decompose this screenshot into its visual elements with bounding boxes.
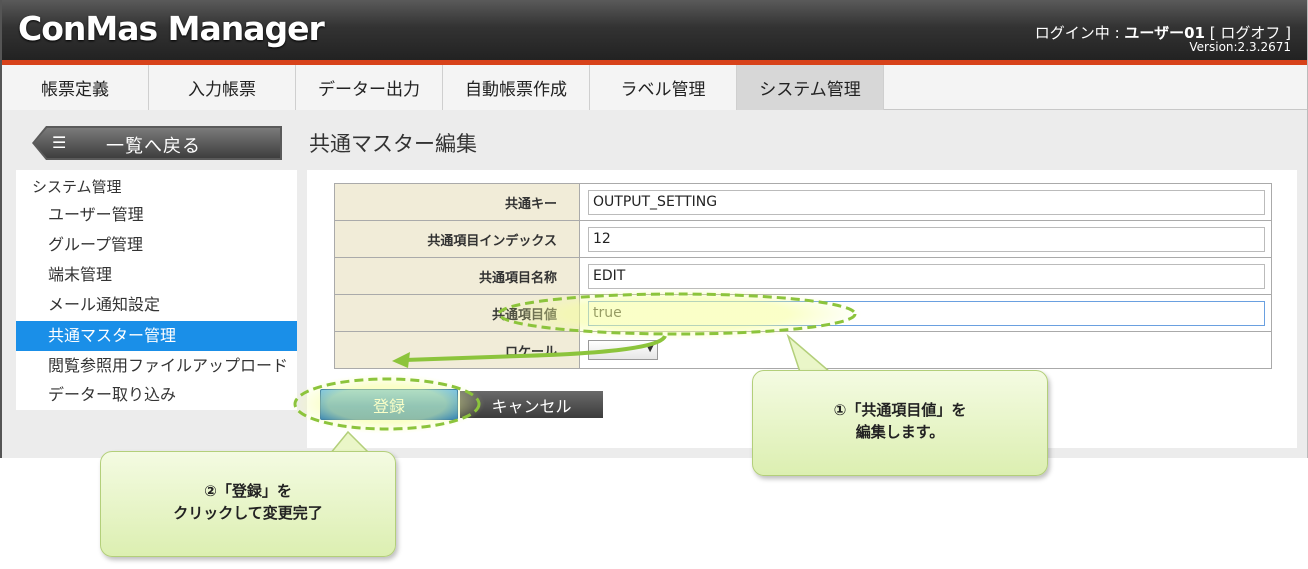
common-key-input[interactable] (588, 189, 1265, 215)
page-title: 共通マスター編集 (309, 132, 477, 156)
back-to-list-button[interactable]: ☰ 一覧へ戻る (32, 126, 282, 160)
sidebar-item-data-import[interactable]: データー取り込み (16, 380, 297, 410)
sidebar-item-group-management[interactable]: グループ管理 (16, 230, 297, 260)
back-button-label: 一覧へ戻る (106, 136, 201, 157)
callout-text: クリックして変更完了 (173, 504, 323, 522)
step2-callout: ②「登録」を クリックして変更完了 (100, 451, 396, 557)
list-icon: ☰ (52, 133, 67, 152)
field-label-item-name: 共通項目名称 (334, 257, 580, 295)
form-row: 共通項目値 (334, 294, 1272, 332)
tab-form-definition[interactable]: 帳票定義 (2, 65, 149, 110)
master-edit-form: 共通キー 共通項目インデックス 共通項目名称 共通項目値 ロケール (334, 183, 1272, 369)
item-name-input[interactable] (588, 263, 1265, 289)
tab-system-management[interactable]: システム管理 (737, 65, 884, 110)
callout-text: ②「登録」を (204, 482, 292, 500)
tab-label-management[interactable]: ラベル管理 (590, 65, 737, 110)
save-button[interactable]: 登録 (320, 389, 458, 420)
callout-text: ①「共通項目値」を (833, 401, 967, 419)
tab-data-output[interactable]: データー出力 (296, 65, 443, 110)
sidebar-item-device-management[interactable]: 端末管理 (16, 260, 297, 290)
form-row: 共通項目名称 (334, 257, 1272, 295)
item-index-input[interactable] (588, 226, 1265, 252)
field-label-item-index: 共通項目インデックス (334, 220, 580, 258)
app-header: ConMas Manager ログイン中 : ユーザー01 [ ログオフ ] V… (2, 0, 1307, 60)
login-prefix: ログイン中 : (1034, 24, 1125, 42)
field-label-locale: ロケール (334, 331, 580, 369)
version-label: Version:2.3.2671 (1189, 40, 1291, 54)
cancel-button[interactable]: キャンセル (460, 391, 603, 418)
sidebar-heading: システム管理 (32, 178, 122, 196)
field-label-item-value: 共通項目値 (334, 294, 580, 332)
item-value-input[interactable] (588, 300, 1265, 326)
app-window: ConMas Manager ログイン中 : ユーザー01 [ ログオフ ] V… (0, 0, 1308, 458)
sidebar-item-mail-notification[interactable]: メール通知設定 (16, 290, 297, 320)
sidebar-item-user-management[interactable]: ユーザー管理 (16, 200, 297, 230)
callout-text: 編集します。 (855, 423, 945, 441)
app-logo: ConMas Manager (18, 9, 325, 48)
sidebar-item-common-master[interactable]: 共通マスター管理 (16, 321, 297, 351)
form-row: 共通項目インデックス (334, 220, 1272, 258)
screenshot-stage: ConMas Manager ログイン中 : ユーザー01 [ ログオフ ] V… (0, 0, 1308, 569)
tab-auto-form-creation[interactable]: 自動帳票作成 (443, 65, 590, 110)
main-nav: 帳票定義 入力帳票 データー出力 自動帳票作成 ラベル管理 システム管理 (2, 65, 1307, 110)
form-row: ロケール ▼ (334, 331, 1272, 369)
sidebar: システム管理 ユーザー管理 グループ管理 端末管理 メール通知設定 共通マスター… (16, 170, 297, 410)
tab-input-forms[interactable]: 入力帳票 (149, 65, 296, 110)
form-row: 共通キー (334, 183, 1272, 221)
step1-callout: ①「共通項目値」を 編集します。 (752, 370, 1048, 476)
sidebar-item-file-upload[interactable]: 閲覧参照用ファイルアップロード (16, 351, 297, 381)
locale-select[interactable]: ▼ (588, 340, 658, 360)
field-label-common-key: 共通キー (334, 183, 580, 221)
chevron-down-icon: ▼ (646, 343, 654, 354)
